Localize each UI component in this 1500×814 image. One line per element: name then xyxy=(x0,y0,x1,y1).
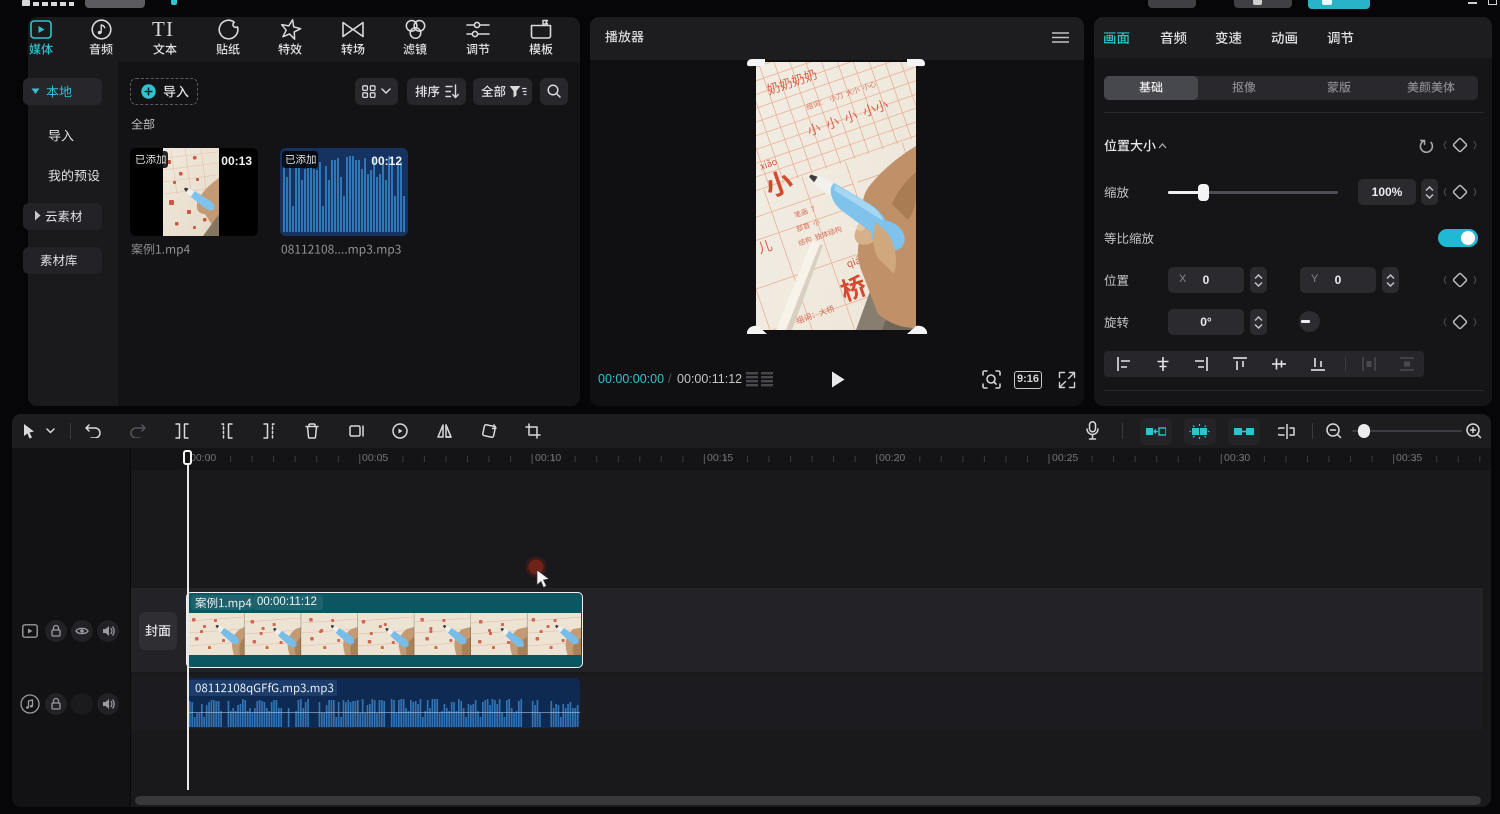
svg-text:I: I xyxy=(166,19,173,40)
svg-text:T: T xyxy=(152,19,165,40)
